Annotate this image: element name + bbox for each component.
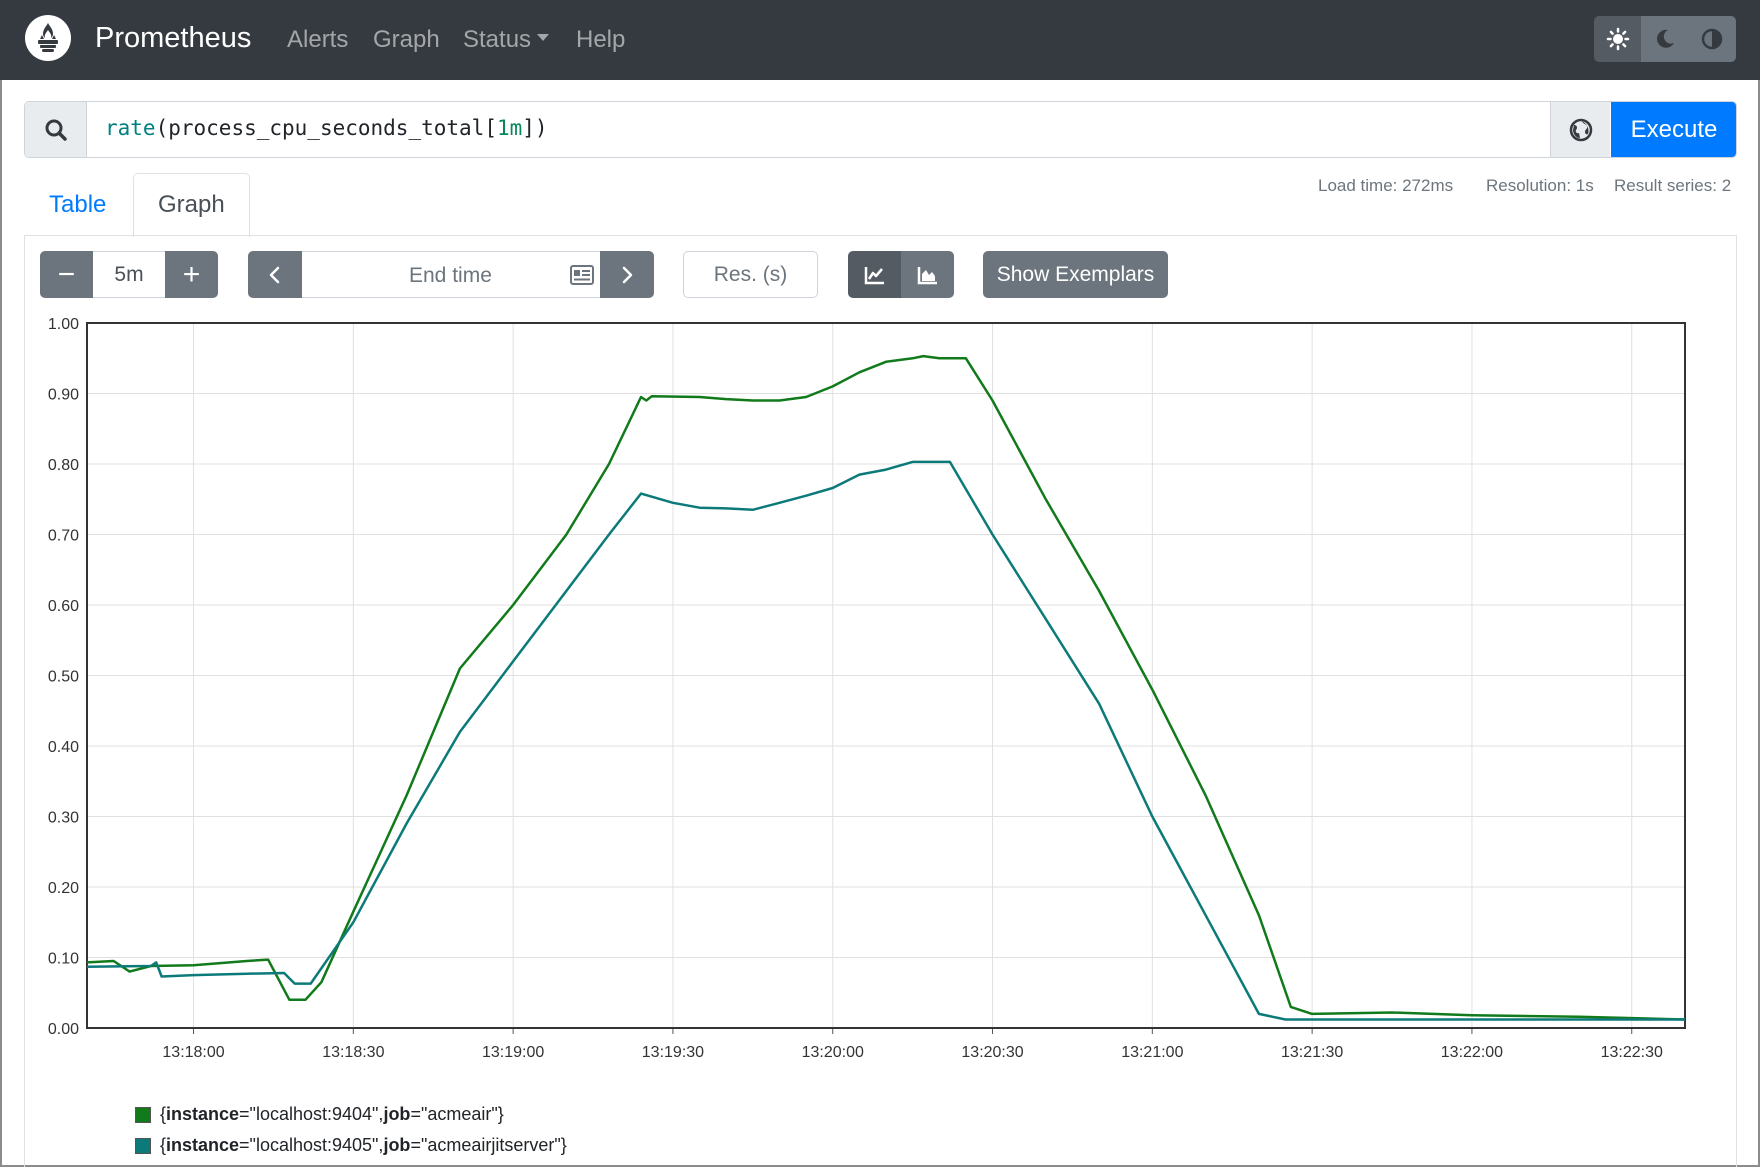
x-tick-label: 13:22:30 — [1601, 1044, 1663, 1061]
legend-label-key: instance — [166, 1104, 240, 1124]
legend-label-value: ="acmeairjitserver"} — [410, 1135, 567, 1155]
y-tick-label: 0.50 — [48, 669, 79, 686]
x-tick-label: 13:20:30 — [961, 1044, 1023, 1061]
y-tick-label: 0.40 — [48, 739, 79, 756]
y-tick-label: 0.70 — [48, 528, 79, 545]
y-tick-label: 0.80 — [48, 457, 79, 474]
legend-swatch — [135, 1137, 151, 1154]
legend-item[interactable]: {instance ="localhost:9404", job ="acmeair… — [135, 1104, 504, 1125]
y-tick-label: 0.20 — [48, 880, 79, 897]
legend-label-key: instance — [166, 1135, 240, 1155]
x-tick-label: 13:18:00 — [162, 1044, 224, 1061]
legend-label-key: job — [383, 1135, 411, 1155]
y-tick-label: 0.90 — [48, 387, 79, 404]
legend-item[interactable]: {instance ="localhost:9405", job ="acmeair… — [135, 1135, 567, 1156]
x-tick-label: 13:22:00 — [1441, 1044, 1503, 1061]
legend-label-key: job — [383, 1104, 411, 1124]
y-tick-label: 0.10 — [48, 951, 79, 968]
series-line-1 — [86, 354, 1686, 1021]
x-tick-label: 13:19:00 — [482, 1044, 544, 1061]
y-tick-label: 0.60 — [48, 598, 79, 615]
legend-label-value: ="localhost:9405", — [239, 1135, 384, 1155]
x-tick-label: 13:19:30 — [642, 1044, 704, 1061]
x-tick-label: 13:18:30 — [322, 1044, 384, 1061]
x-tick-label: 13:21:00 — [1121, 1044, 1183, 1061]
series-line-2 — [86, 460, 1685, 1021]
legend-label-value: ="localhost:9404", — [239, 1104, 384, 1124]
x-tick-label: 13:20:00 — [802, 1044, 864, 1061]
legend-swatch — [135, 1106, 151, 1123]
y-tick-label: 1.00 — [48, 316, 79, 333]
graph-chart[interactable]: 0.00 0.10 0.20 0.30 0.40 0.50 0.60 0.70 0.80 0.90… — [0, 0, 1760, 1167]
y-tick-label: 0.30 — [48, 810, 79, 827]
x-tick-label: 13:21:30 — [1281, 1044, 1343, 1061]
legend-label-value: ="acmeair"} — [410, 1104, 504, 1124]
y-tick-label: 0.00 — [48, 1021, 79, 1038]
